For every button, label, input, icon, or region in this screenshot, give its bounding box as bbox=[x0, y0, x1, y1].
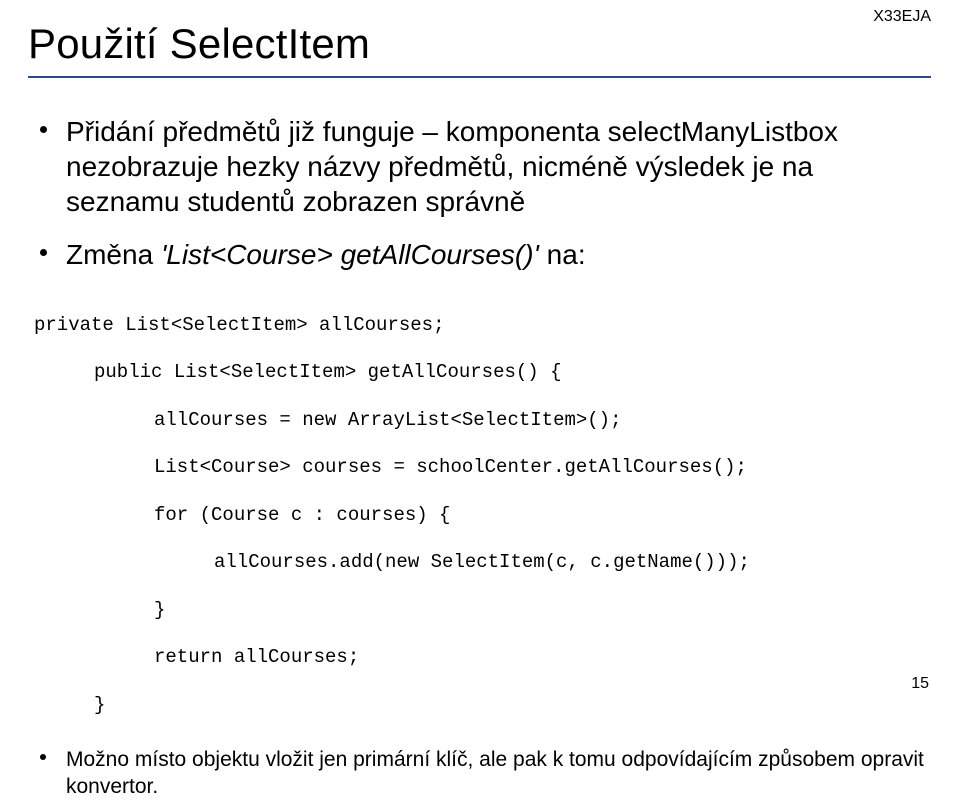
code-line-3: allCourses = new ArrayList<SelectItem>()… bbox=[34, 409, 931, 433]
bullet-2-prefix: Změna bbox=[66, 239, 161, 270]
code-line-8: return allCourses; bbox=[34, 646, 931, 670]
page-number: 15 bbox=[911, 675, 929, 693]
code-line-6: allCourses.add(new SelectItem(c, c.getNa… bbox=[34, 551, 931, 575]
code-line-7: } bbox=[34, 599, 931, 623]
code-line-5: for (Course c : courses) { bbox=[34, 504, 931, 528]
bullet-1: Přidání předmětů již funguje – komponent… bbox=[34, 114, 931, 219]
code-line-4: List<Course> courses = schoolCenter.getA… bbox=[34, 456, 931, 480]
slide-body: Přidání předmětů již funguje – komponent… bbox=[28, 114, 931, 800]
code-line-2: public List<SelectItem> getAllCourses() … bbox=[34, 361, 931, 385]
title-rule bbox=[28, 76, 931, 78]
bullet-2-italic: 'List<Course> getAllCourses()' bbox=[161, 239, 539, 270]
bullet-2: Změna 'List<Course> getAllCourses()' na: bbox=[34, 237, 931, 272]
bullet-2-suffix: na: bbox=[539, 239, 586, 270]
code-line-9: } bbox=[34, 694, 931, 718]
footer-bullet: Možno místo objektu vložit jen primární … bbox=[34, 746, 931, 800]
code-block: private List<SelectItem> allCourses; pub… bbox=[34, 290, 931, 718]
course-tag: X33EJA bbox=[873, 8, 931, 26]
code-line-1: private List<SelectItem> allCourses; bbox=[34, 314, 444, 336]
slide-title: Použití SelectItem bbox=[28, 20, 931, 68]
